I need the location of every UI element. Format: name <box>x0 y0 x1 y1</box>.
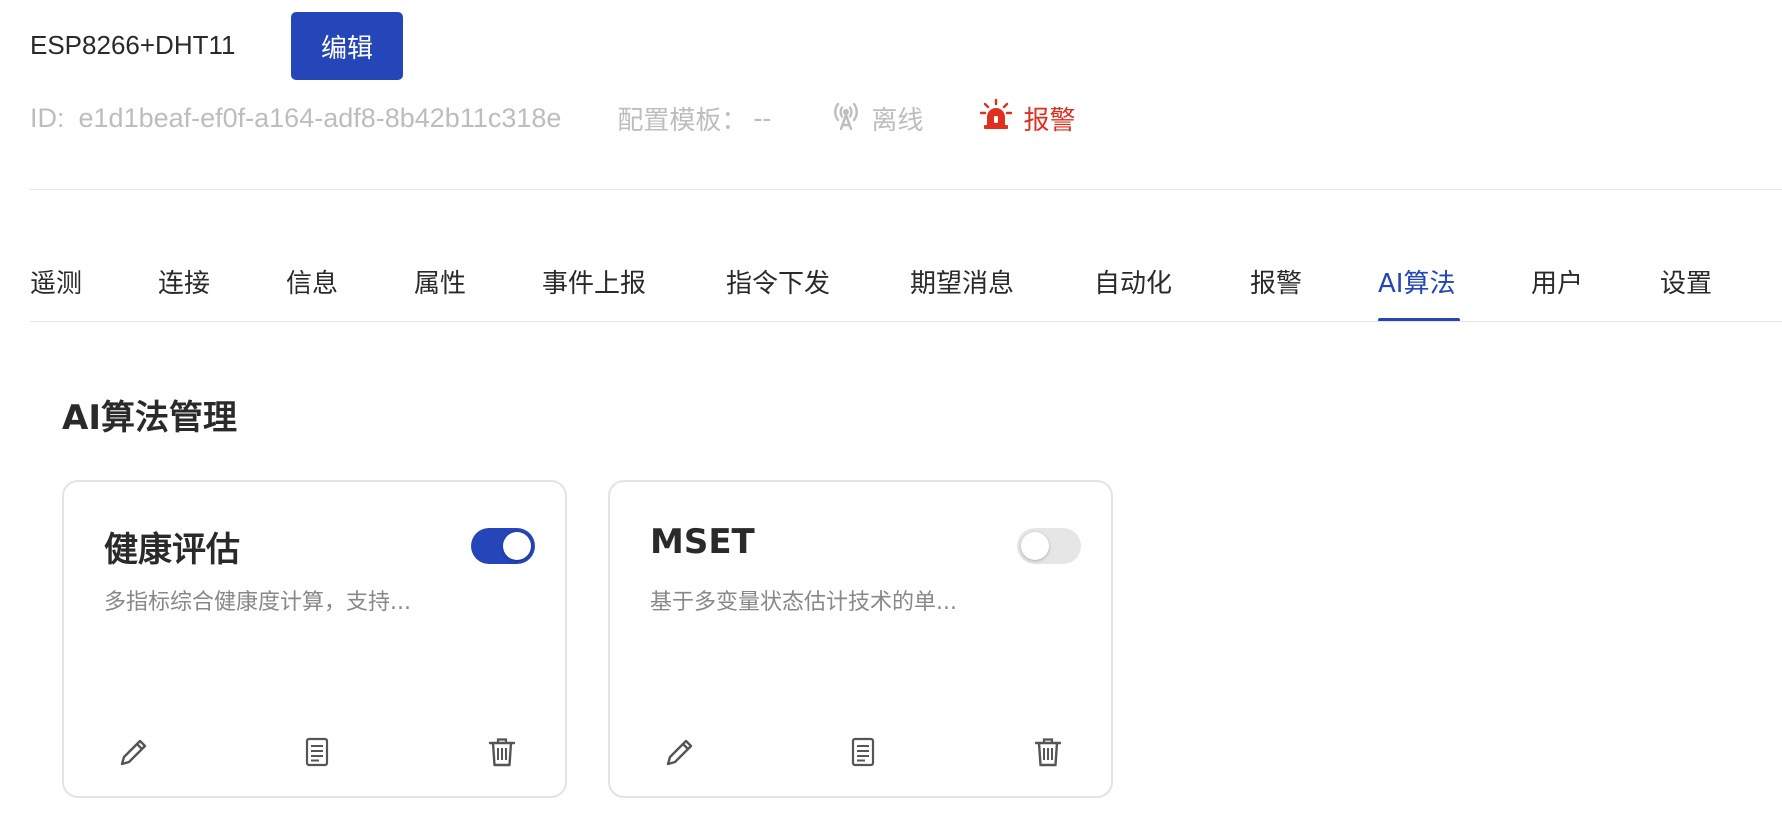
antenna-icon <box>829 98 871 139</box>
card-description: 基于多变量状态估计技术的单... <box>650 590 957 615</box>
trash-icon[interactable] <box>482 732 522 772</box>
algorithm-card: MSET 基于多变量状态估计技术的单... <box>608 480 1113 798</box>
status-alarm-label: 报警 <box>1023 105 1076 136</box>
card-description: 多指标综合健康度计算，支持... <box>104 590 411 615</box>
tab-bar: 遥测 连接 信息 属性 事件上报 指令下发 期望消息 自动化 报警 AI算法 用… <box>30 254 1782 324</box>
trash-icon[interactable] <box>1028 732 1068 772</box>
status-alarm[interactable]: 报警 <box>979 98 1075 139</box>
algorithm-card: 健康评估 多指标综合健康度计算，支持... <box>62 480 567 798</box>
tab-connection[interactable]: 连接 <box>158 264 210 304</box>
tab-alarm[interactable]: 报警 <box>1250 264 1302 304</box>
tab-desired-message[interactable]: 期望消息 <box>910 264 1014 304</box>
card-title: 健康评估 <box>104 530 240 570</box>
tab-settings[interactable]: 设置 <box>1660 264 1712 304</box>
header-divider <box>30 189 1782 190</box>
enable-toggle[interactable] <box>1017 528 1081 564</box>
device-id: e1d1beaf-ef0f-a164-adf8-8b42b11c318e <box>78 102 562 133</box>
status-offline-label: 离线 <box>871 105 924 136</box>
toggle-knob <box>1021 532 1049 560</box>
tab-attributes[interactable]: 属性 <box>414 264 466 304</box>
tab-ai-algorithm[interactable]: AI算法 <box>1378 264 1455 304</box>
tab-users[interactable]: 用户 <box>1531 264 1583 304</box>
tab-telemetry[interactable]: 遥测 <box>30 264 82 304</box>
edit-icon[interactable] <box>114 732 154 772</box>
section-title: AI算法管理 <box>62 398 237 438</box>
document-icon[interactable] <box>297 732 337 772</box>
template-value: -- <box>753 102 772 133</box>
tab-divider <box>30 321 1782 322</box>
card-title: MSET <box>650 522 755 562</box>
tab-info[interactable]: 信息 <box>286 264 338 304</box>
toggle-knob <box>503 532 531 560</box>
tab-event-report[interactable]: 事件上报 <box>542 264 646 304</box>
enable-toggle[interactable] <box>471 528 535 564</box>
edit-icon[interactable] <box>660 732 700 772</box>
edit-button[interactable]: 编辑 <box>291 12 403 80</box>
device-name: ESP8266+DHT11 <box>30 30 236 60</box>
template-label: 配置模板： <box>617 105 748 136</box>
tab-command[interactable]: 指令下发 <box>726 264 830 304</box>
document-icon[interactable] <box>843 732 883 772</box>
tab-automation[interactable]: 自动化 <box>1094 264 1172 304</box>
device-detail-page: ESP8266+DHT11 编辑 ID: e1d1beaf-ef0f-a164-… <box>0 0 1782 820</box>
id-label: ID: <box>30 102 65 133</box>
status-offline: 离线 <box>829 98 923 139</box>
siren-icon <box>979 98 1023 139</box>
device-meta: ID: e1d1beaf-ef0f-a164-adf8-8b42b11c318e… <box>30 98 1075 138</box>
